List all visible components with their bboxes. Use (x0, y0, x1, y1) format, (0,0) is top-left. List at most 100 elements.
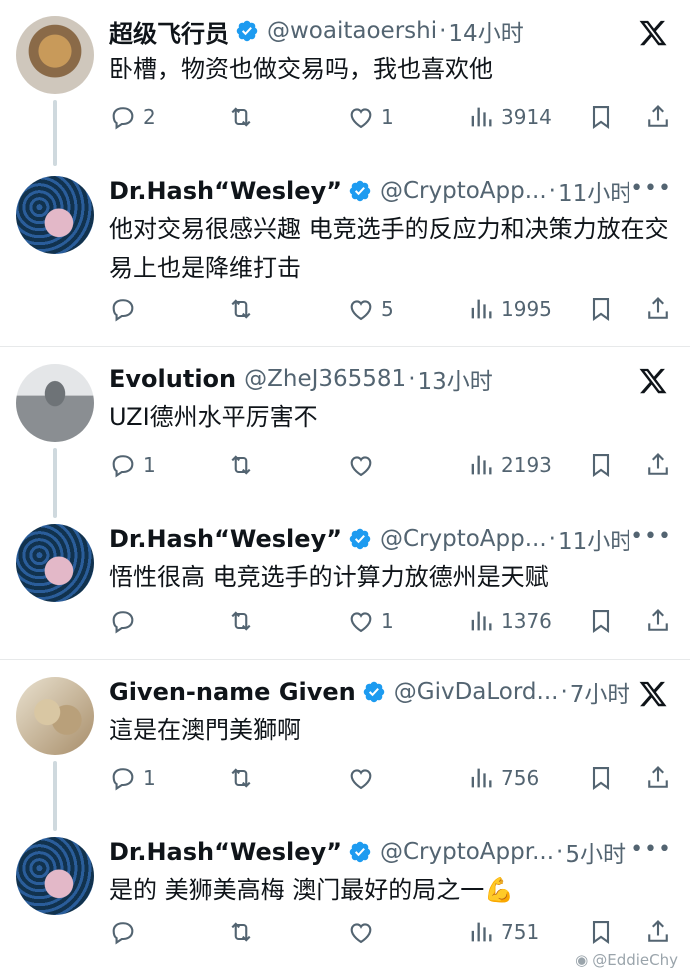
tweet[interactable]: Dr.Hash“Wesley” @CryptoApp... · 11小时 •••… (0, 508, 690, 664)
retweet-button[interactable] (227, 100, 261, 134)
views-icon (471, 455, 492, 475)
views-count: 751 (501, 920, 540, 944)
like-button[interactable]: 5 (347, 292, 394, 326)
timestamp[interactable]: 11小时 (558, 174, 629, 208)
like-button[interactable] (347, 761, 381, 795)
action-bar: 1 1376 (109, 604, 674, 638)
author-name[interactable]: Dr.Hash“Wesley” (109, 838, 342, 866)
views-button[interactable]: 1376 (467, 604, 552, 638)
heart-icon (350, 923, 372, 944)
author-handle[interactable]: @CryptoApp... (380, 178, 547, 204)
action-bar: 5 1995 (109, 292, 674, 326)
author-handle[interactable]: @CryptoAppr... (380, 839, 554, 865)
x-logo-icon[interactable] (636, 679, 670, 709)
reply-button[interactable]: 2 (109, 100, 156, 134)
x-logo-icon[interactable] (636, 366, 670, 396)
bookmark-icon (592, 454, 610, 477)
author-name[interactable]: 超级飞行员 (109, 14, 229, 49)
reply-button[interactable]: 1 (109, 761, 156, 795)
retweet-button[interactable] (227, 448, 261, 482)
like-button[interactable] (347, 448, 381, 482)
share-button[interactable] (644, 100, 672, 134)
timestamp[interactable]: 5小时 (565, 835, 626, 869)
share-icon (648, 105, 668, 127)
separator-dot: · (548, 526, 556, 552)
heart-icon (350, 300, 372, 321)
timestamp[interactable]: 7小时 (570, 675, 629, 709)
avatar[interactable] (16, 16, 94, 94)
author-handle[interactable]: @ZheJ365581 (244, 366, 406, 392)
bookmark-button[interactable] (587, 915, 615, 949)
views-button[interactable]: 751 (467, 915, 539, 949)
timestamp[interactable]: 11小时 (558, 522, 629, 556)
author-name[interactable]: Dr.Hash“Wesley” (109, 177, 342, 205)
share-button[interactable] (644, 761, 672, 795)
share-icon (648, 297, 668, 319)
reply-button[interactable] (109, 915, 143, 949)
more-options-icon[interactable]: ••• (630, 524, 672, 549)
thread-divider (0, 659, 690, 660)
thread-connector (53, 100, 57, 166)
action-bar: 751 (109, 915, 674, 949)
reply-button[interactable] (109, 292, 143, 326)
retweet-icon (231, 922, 251, 942)
author-name[interactable]: Dr.Hash“Wesley” (109, 525, 342, 553)
share-button[interactable] (644, 915, 672, 949)
reply-count: 2 (143, 105, 156, 129)
author-handle[interactable]: @woaitaoershi (267, 18, 437, 44)
avatar[interactable] (16, 524, 94, 602)
heart-icon (350, 612, 372, 633)
bookmark-icon (592, 610, 610, 633)
tweet-header: Given-name Given @GivDaLord... · 7小时 (109, 673, 629, 711)
views-icon (471, 299, 492, 319)
reply-button[interactable] (109, 604, 143, 638)
retweet-icon (231, 299, 251, 319)
tweet-text: UZI德州水平厉害不 (109, 403, 318, 431)
tweet-text: 悟性很高 电竞选手的计算力放德州是天赋 (109, 563, 549, 591)
tweet[interactable]: Dr.Hash“Wesley” @CryptoApp... · 11小时 •••… (0, 160, 690, 322)
author-handle[interactable]: @GivDaLord... (394, 679, 559, 705)
tweet-header: 超级飞行员 @woaitaoershi · 14小时 (109, 12, 629, 50)
share-button[interactable] (644, 448, 672, 482)
bookmark-button[interactable] (587, 448, 615, 482)
share-icon (648, 453, 668, 475)
bookmark-button[interactable] (587, 761, 615, 795)
tweet-header: Evolution @ZheJ365581 · 13小时 (109, 360, 629, 398)
like-button[interactable]: 1 (347, 100, 394, 134)
avatar[interactable] (16, 176, 94, 254)
views-button[interactable]: 756 (467, 761, 539, 795)
bookmark-button[interactable] (587, 100, 615, 134)
retweet-button[interactable] (227, 292, 261, 326)
views-button[interactable]: 3914 (467, 100, 552, 134)
retweet-button[interactable] (227, 915, 261, 949)
like-button[interactable] (347, 915, 381, 949)
views-button[interactable]: 2193 (467, 448, 552, 482)
x-logo-icon[interactable] (636, 18, 670, 48)
retweet-button[interactable] (227, 604, 261, 638)
author-name[interactable]: Evolution (109, 365, 236, 393)
tweet[interactable]: 超级飞行员 @woaitaoershi · 14小时 卧槽，物资也做交易吗，我也… (0, 0, 690, 166)
timestamp[interactable]: 13小时 (418, 362, 493, 396)
more-options-icon[interactable]: ••• (630, 176, 672, 201)
views-button[interactable]: 1995 (467, 292, 552, 326)
separator-dot: · (408, 366, 416, 392)
more-options-icon[interactable]: ••• (630, 837, 672, 862)
author-handle[interactable]: @CryptoApp... (380, 526, 547, 552)
avatar[interactable] (16, 837, 94, 915)
tweet[interactable]: Evolution @ZheJ365581 · 13小时 UZI德州水平厉害不 … (0, 348, 690, 518)
tweet-header: Dr.Hash“Wesley” @CryptoApp... · 11小时 (109, 520, 629, 558)
retweet-button[interactable] (227, 761, 261, 795)
reply-button[interactable]: 1 (109, 448, 156, 482)
share-button[interactable] (644, 604, 672, 638)
avatar[interactable] (16, 677, 94, 755)
bookmark-button[interactable] (587, 604, 615, 638)
thread-1: 超级飞行员 @woaitaoershi · 14小时 卧槽，物资也做交易吗，我也… (0, 0, 690, 345)
views-icon (471, 611, 492, 631)
timestamp[interactable]: 14小时 (448, 14, 523, 48)
avatar[interactable] (16, 364, 94, 442)
tweet[interactable]: Given-name Given @GivDaLord... · 7小时 這是在… (0, 661, 690, 831)
bookmark-button[interactable] (587, 292, 615, 326)
author-name[interactable]: Given-name Given (109, 678, 356, 706)
share-button[interactable] (644, 292, 672, 326)
like-button[interactable]: 1 (347, 604, 394, 638)
